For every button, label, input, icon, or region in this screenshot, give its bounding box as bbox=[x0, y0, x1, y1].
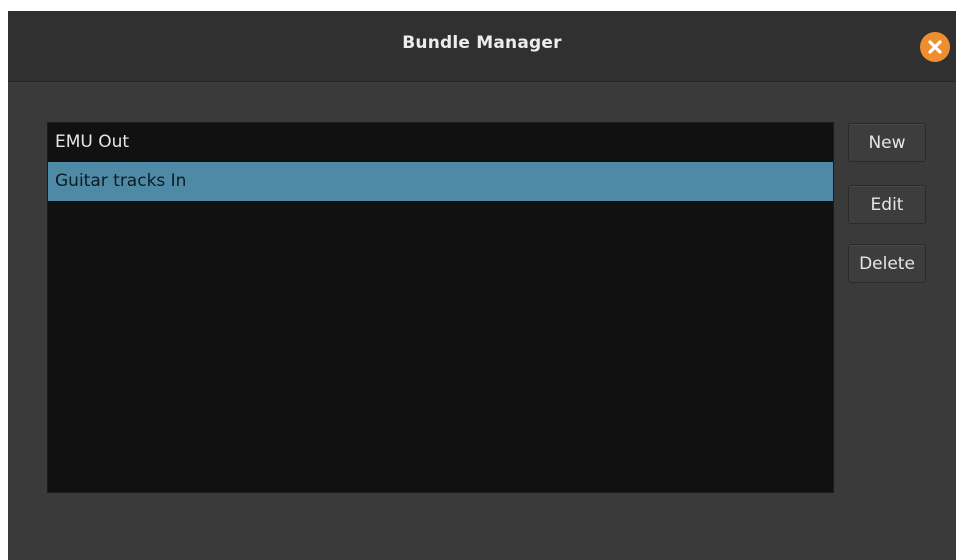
close-button[interactable] bbox=[920, 32, 950, 62]
window-title: Bundle Manager bbox=[402, 33, 562, 53]
bundle-manager-window: Bundle Manager EMU Out Guitar tracks In … bbox=[8, 11, 956, 560]
bundle-list-item-emu-out[interactable]: EMU Out bbox=[48, 123, 833, 162]
titlebar: Bundle Manager bbox=[8, 11, 956, 82]
new-button[interactable]: New bbox=[848, 123, 926, 162]
close-icon bbox=[928, 40, 942, 54]
delete-button[interactable]: Delete bbox=[848, 244, 926, 283]
bundle-list-item-guitar-tracks-in[interactable]: Guitar tracks In bbox=[48, 162, 833, 201]
edit-button[interactable]: Edit bbox=[848, 185, 926, 224]
bundle-list[interactable]: EMU Out Guitar tracks In bbox=[47, 122, 834, 493]
